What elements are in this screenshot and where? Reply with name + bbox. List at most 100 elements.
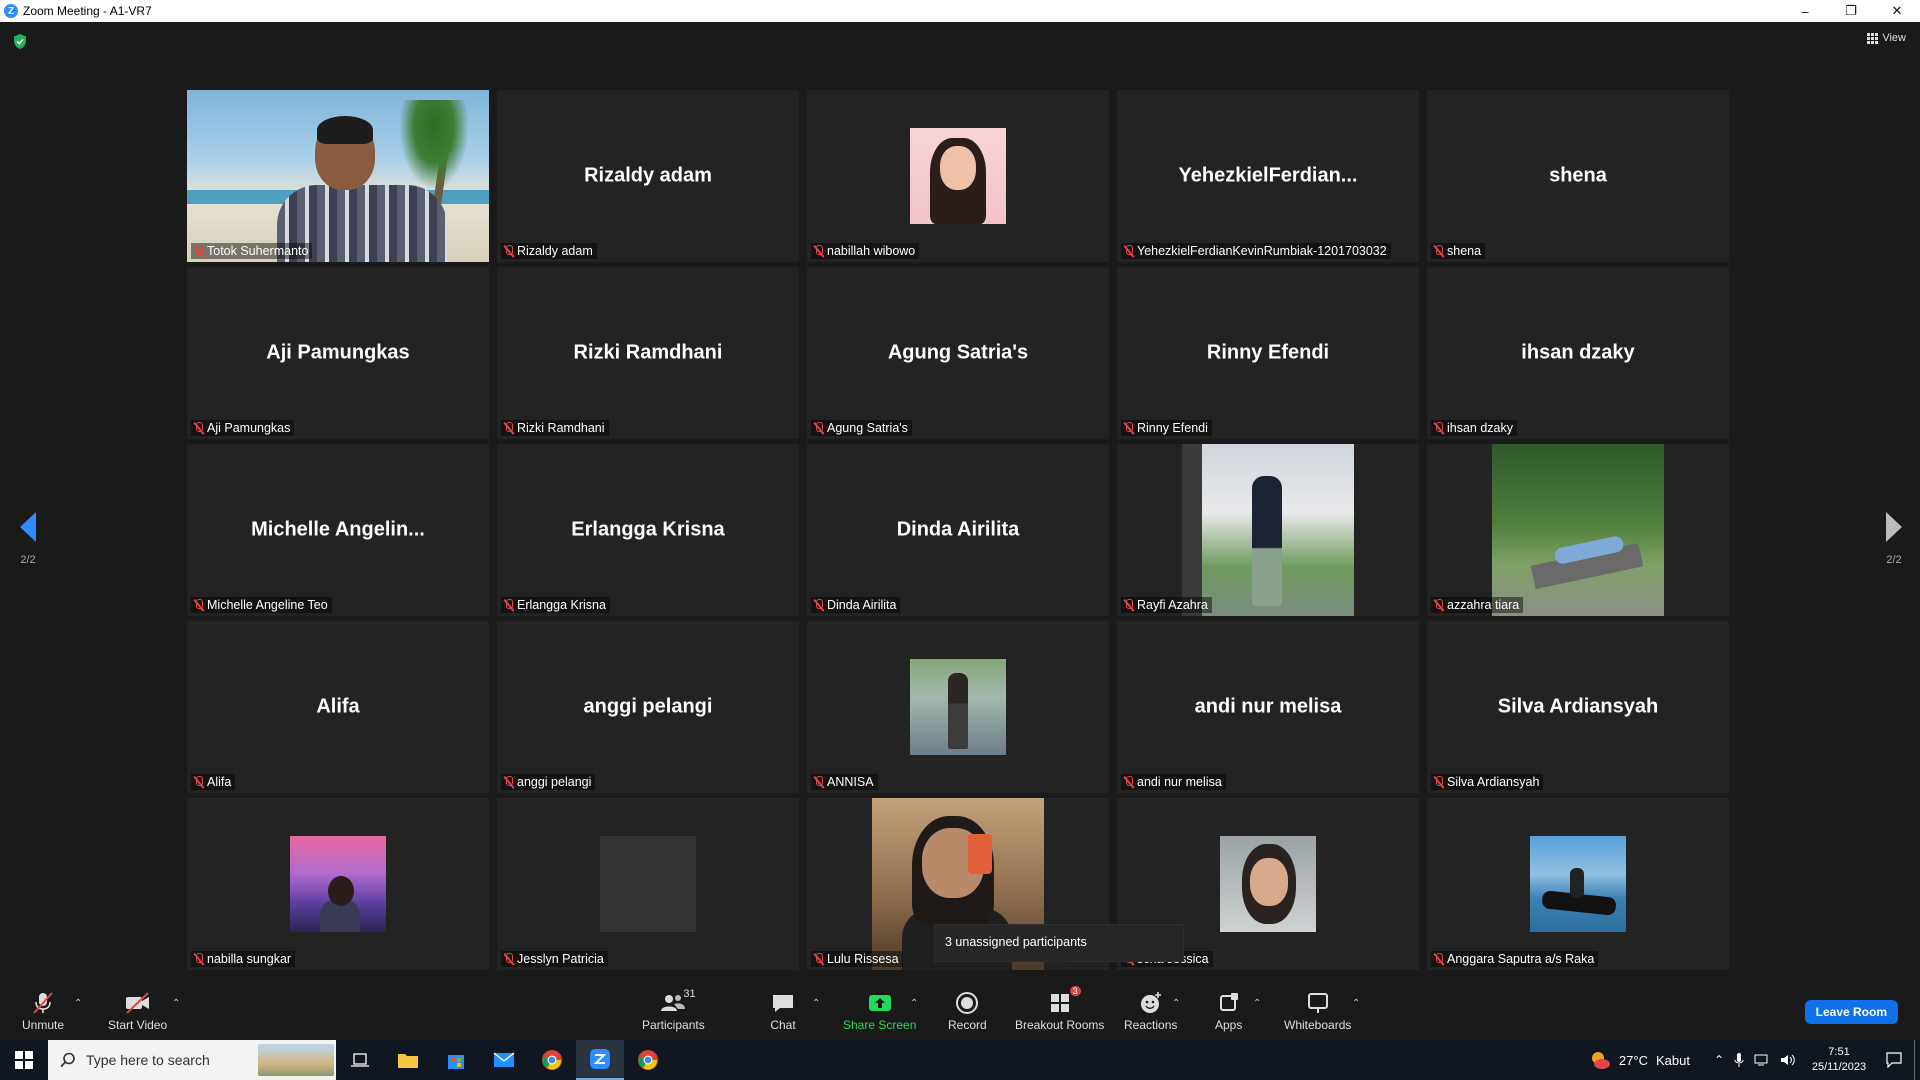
weather-condition: Kabut bbox=[1655, 1052, 1690, 1068]
participant-tile[interactable]: Aji Pamungkas Aji Pamungkas bbox=[187, 267, 489, 439]
participant-display-name: Rizaldy adam bbox=[584, 164, 712, 187]
participant-tile[interactable]: Rizki Ramdhani Rizki Ramdhani bbox=[497, 267, 799, 439]
participant-tile[interactable]: andi nur melisa andi nur melisa bbox=[1117, 621, 1419, 793]
apps-button[interactable]: Apps bbox=[1215, 990, 1242, 1032]
muted-microphone-icon bbox=[193, 775, 204, 789]
breakout-rooms-button[interactable]: 3 Breakout Rooms bbox=[1015, 986, 1104, 1032]
whiteboards-button[interactable]: Whiteboards bbox=[1284, 990, 1351, 1032]
participant-tile[interactable]: Jesslyn Patricia bbox=[497, 798, 799, 970]
reactions-button[interactable]: Reactions bbox=[1124, 990, 1177, 1032]
microphone-icon[interactable] bbox=[1734, 1052, 1744, 1068]
speaker-icon[interactable] bbox=[1780, 1053, 1796, 1067]
whiteboards-options-caret-icon[interactable]: ⌃ bbox=[1352, 998, 1360, 1009]
show-hidden-icons-chevron-icon[interactable]: ⌃ bbox=[1714, 1053, 1724, 1067]
participant-name-label: Erlangga Krisna bbox=[501, 597, 610, 613]
participant-video bbox=[290, 836, 386, 932]
mail-button[interactable] bbox=[480, 1040, 528, 1080]
participant-tile[interactable]: azzahra tiara bbox=[1427, 444, 1729, 616]
participant-tile[interactable]: Michelle Angelin... Michelle Angeline Teo bbox=[187, 444, 489, 616]
participant-tile[interactable]: YehezkielFerdian... YehezkielFerdianKevin… bbox=[1117, 90, 1419, 262]
participant-display-name: Rizki Ramdhani bbox=[573, 341, 723, 364]
share-screen-button[interactable]: Share Screen bbox=[843, 990, 916, 1032]
previous-page-button[interactable]: 2/2 bbox=[8, 512, 48, 566]
participant-name-label: azzahra tiara bbox=[1431, 597, 1524, 613]
participant-tile[interactable]: Alifa Alifa bbox=[187, 621, 489, 793]
participant-display-name: Michelle Angelin... bbox=[251, 518, 425, 541]
participant-tile[interactable]: Silva Ardiansyah Silva Ardiansyah bbox=[1427, 621, 1729, 793]
system-clock[interactable]: 7:51 25/11/2023 bbox=[1804, 1045, 1874, 1075]
participant-name-label: Silva Ardiansyah bbox=[1431, 774, 1544, 790]
participant-name: nabilla sungkar bbox=[207, 952, 292, 966]
chrome-profile-icon bbox=[638, 1050, 658, 1070]
apps-options-caret-icon[interactable]: ⌃ bbox=[1253, 998, 1261, 1009]
participant-tile[interactable]: shena shena bbox=[1427, 90, 1729, 262]
chrome-window-button[interactable] bbox=[624, 1040, 672, 1080]
meeting-area: View 2/2 2/2 Totok Suhermanto Rizaldy ada… bbox=[0, 22, 1920, 984]
view-button[interactable]: View bbox=[1867, 32, 1906, 44]
participant-tile[interactable]: Agung Satria's Agung Satria's bbox=[807, 267, 1109, 439]
chrome-button[interactable] bbox=[528, 1040, 576, 1080]
notification-center-button[interactable] bbox=[1874, 1040, 1914, 1080]
microphone-muted-icon bbox=[30, 990, 56, 1016]
participant-display-name: anggi pelangi bbox=[583, 695, 713, 718]
chat-button[interactable]: Chat bbox=[770, 990, 796, 1032]
participant-tile[interactable]: nabillah wibowo bbox=[807, 90, 1109, 262]
participant-display-name: Silva Ardiansyah bbox=[1497, 695, 1659, 718]
participant-tile[interactable]: nabilla sungkar bbox=[187, 798, 489, 970]
store-icon bbox=[448, 1055, 464, 1069]
participant-tile[interactable]: Dinda Airilita Dinda Airilita bbox=[807, 444, 1109, 616]
task-view-button[interactable] bbox=[336, 1040, 384, 1080]
audio-options-caret-icon[interactable]: ⌃ bbox=[74, 998, 82, 1009]
participant-tile[interactable]: Rinny Efendi Rinny Efendi bbox=[1117, 267, 1419, 439]
reactions-options-caret-icon[interactable]: ⌃ bbox=[1172, 998, 1180, 1009]
participant-tile[interactable]: Totok Suhermanto bbox=[187, 90, 489, 262]
zoom-taskbar-button[interactable] bbox=[576, 1040, 624, 1080]
unmute-button[interactable]: Unmute bbox=[22, 990, 64, 1032]
participant-tile[interactable]: ihsan dzaky ihsan dzaky bbox=[1427, 267, 1729, 439]
participant-name-label: Jesslyn Patricia bbox=[501, 951, 608, 967]
record-icon bbox=[954, 990, 980, 1016]
muted-microphone-icon bbox=[1123, 244, 1134, 258]
page-indicator-left: 2/2 bbox=[20, 554, 36, 566]
chrome-icon bbox=[542, 1050, 562, 1070]
participant-name-label: andi nur melisa bbox=[1121, 774, 1226, 790]
restore-button[interactable]: ❐ bbox=[1828, 0, 1874, 22]
taskbar-search-box[interactable]: Type here to search bbox=[48, 1040, 336, 1080]
participant-name: Agung Satria's bbox=[827, 421, 908, 435]
record-button[interactable]: Record bbox=[948, 990, 987, 1032]
record-label: Record bbox=[948, 1018, 987, 1032]
participants-button[interactable]: 31 Participants bbox=[642, 988, 705, 1032]
participant-tile[interactable]: Rizaldy adam Rizaldy adam bbox=[497, 90, 799, 262]
show-desktop-button[interactable] bbox=[1914, 1040, 1920, 1080]
leave-room-button[interactable]: Leave Room bbox=[1804, 1000, 1898, 1024]
participant-display-name: Aji Pamungkas bbox=[266, 341, 410, 364]
muted-microphone-icon bbox=[503, 421, 514, 435]
participant-tile[interactable]: anggi pelangi anggi pelangi bbox=[497, 621, 799, 793]
participants-count: 31 bbox=[683, 988, 696, 1000]
participant-name-label: Dinda Airilita bbox=[811, 597, 901, 613]
video-options-caret-icon[interactable]: ⌃ bbox=[172, 998, 180, 1009]
chat-options-caret-icon[interactable]: ⌃ bbox=[812, 998, 820, 1009]
participant-display-name: Agung Satria's bbox=[887, 341, 1029, 364]
apps-icon bbox=[1216, 990, 1242, 1016]
participant-tile[interactable]: Anggara Saputra a/s Raka bbox=[1427, 798, 1729, 970]
network-icon[interactable] bbox=[1754, 1053, 1770, 1067]
participant-name: Rizki Ramdhani bbox=[517, 421, 605, 435]
video-grid: Totok Suhermanto Rizaldy adam Rizaldy adam… bbox=[187, 90, 1729, 970]
windows-start-button[interactable] bbox=[0, 1040, 48, 1080]
file-explorer-button[interactable] bbox=[384, 1040, 432, 1080]
participant-tile[interactable]: ANNISA bbox=[807, 621, 1109, 793]
weather-widget[interactable]: 27°C Kabut bbox=[1589, 1050, 1690, 1070]
muted-microphone-icon bbox=[813, 775, 824, 789]
close-button[interactable]: ✕ bbox=[1874, 0, 1920, 22]
participant-name-label: Rizki Ramdhani bbox=[501, 420, 609, 436]
minimize-button[interactable]: – bbox=[1782, 0, 1828, 22]
microsoft-store-button[interactable] bbox=[432, 1040, 480, 1080]
encryption-shield-icon[interactable] bbox=[12, 33, 28, 50]
next-page-button[interactable]: 2/2 bbox=[1874, 512, 1914, 566]
start-video-button[interactable]: Start Video bbox=[108, 990, 167, 1032]
participant-tile[interactable]: Erlangga Krisna Erlangga Krisna bbox=[497, 444, 799, 616]
share-options-caret-icon[interactable]: ⌃ bbox=[910, 998, 918, 1009]
muted-microphone-icon bbox=[193, 244, 204, 258]
participant-tile[interactable]: Rayfi Azahra bbox=[1117, 444, 1419, 616]
